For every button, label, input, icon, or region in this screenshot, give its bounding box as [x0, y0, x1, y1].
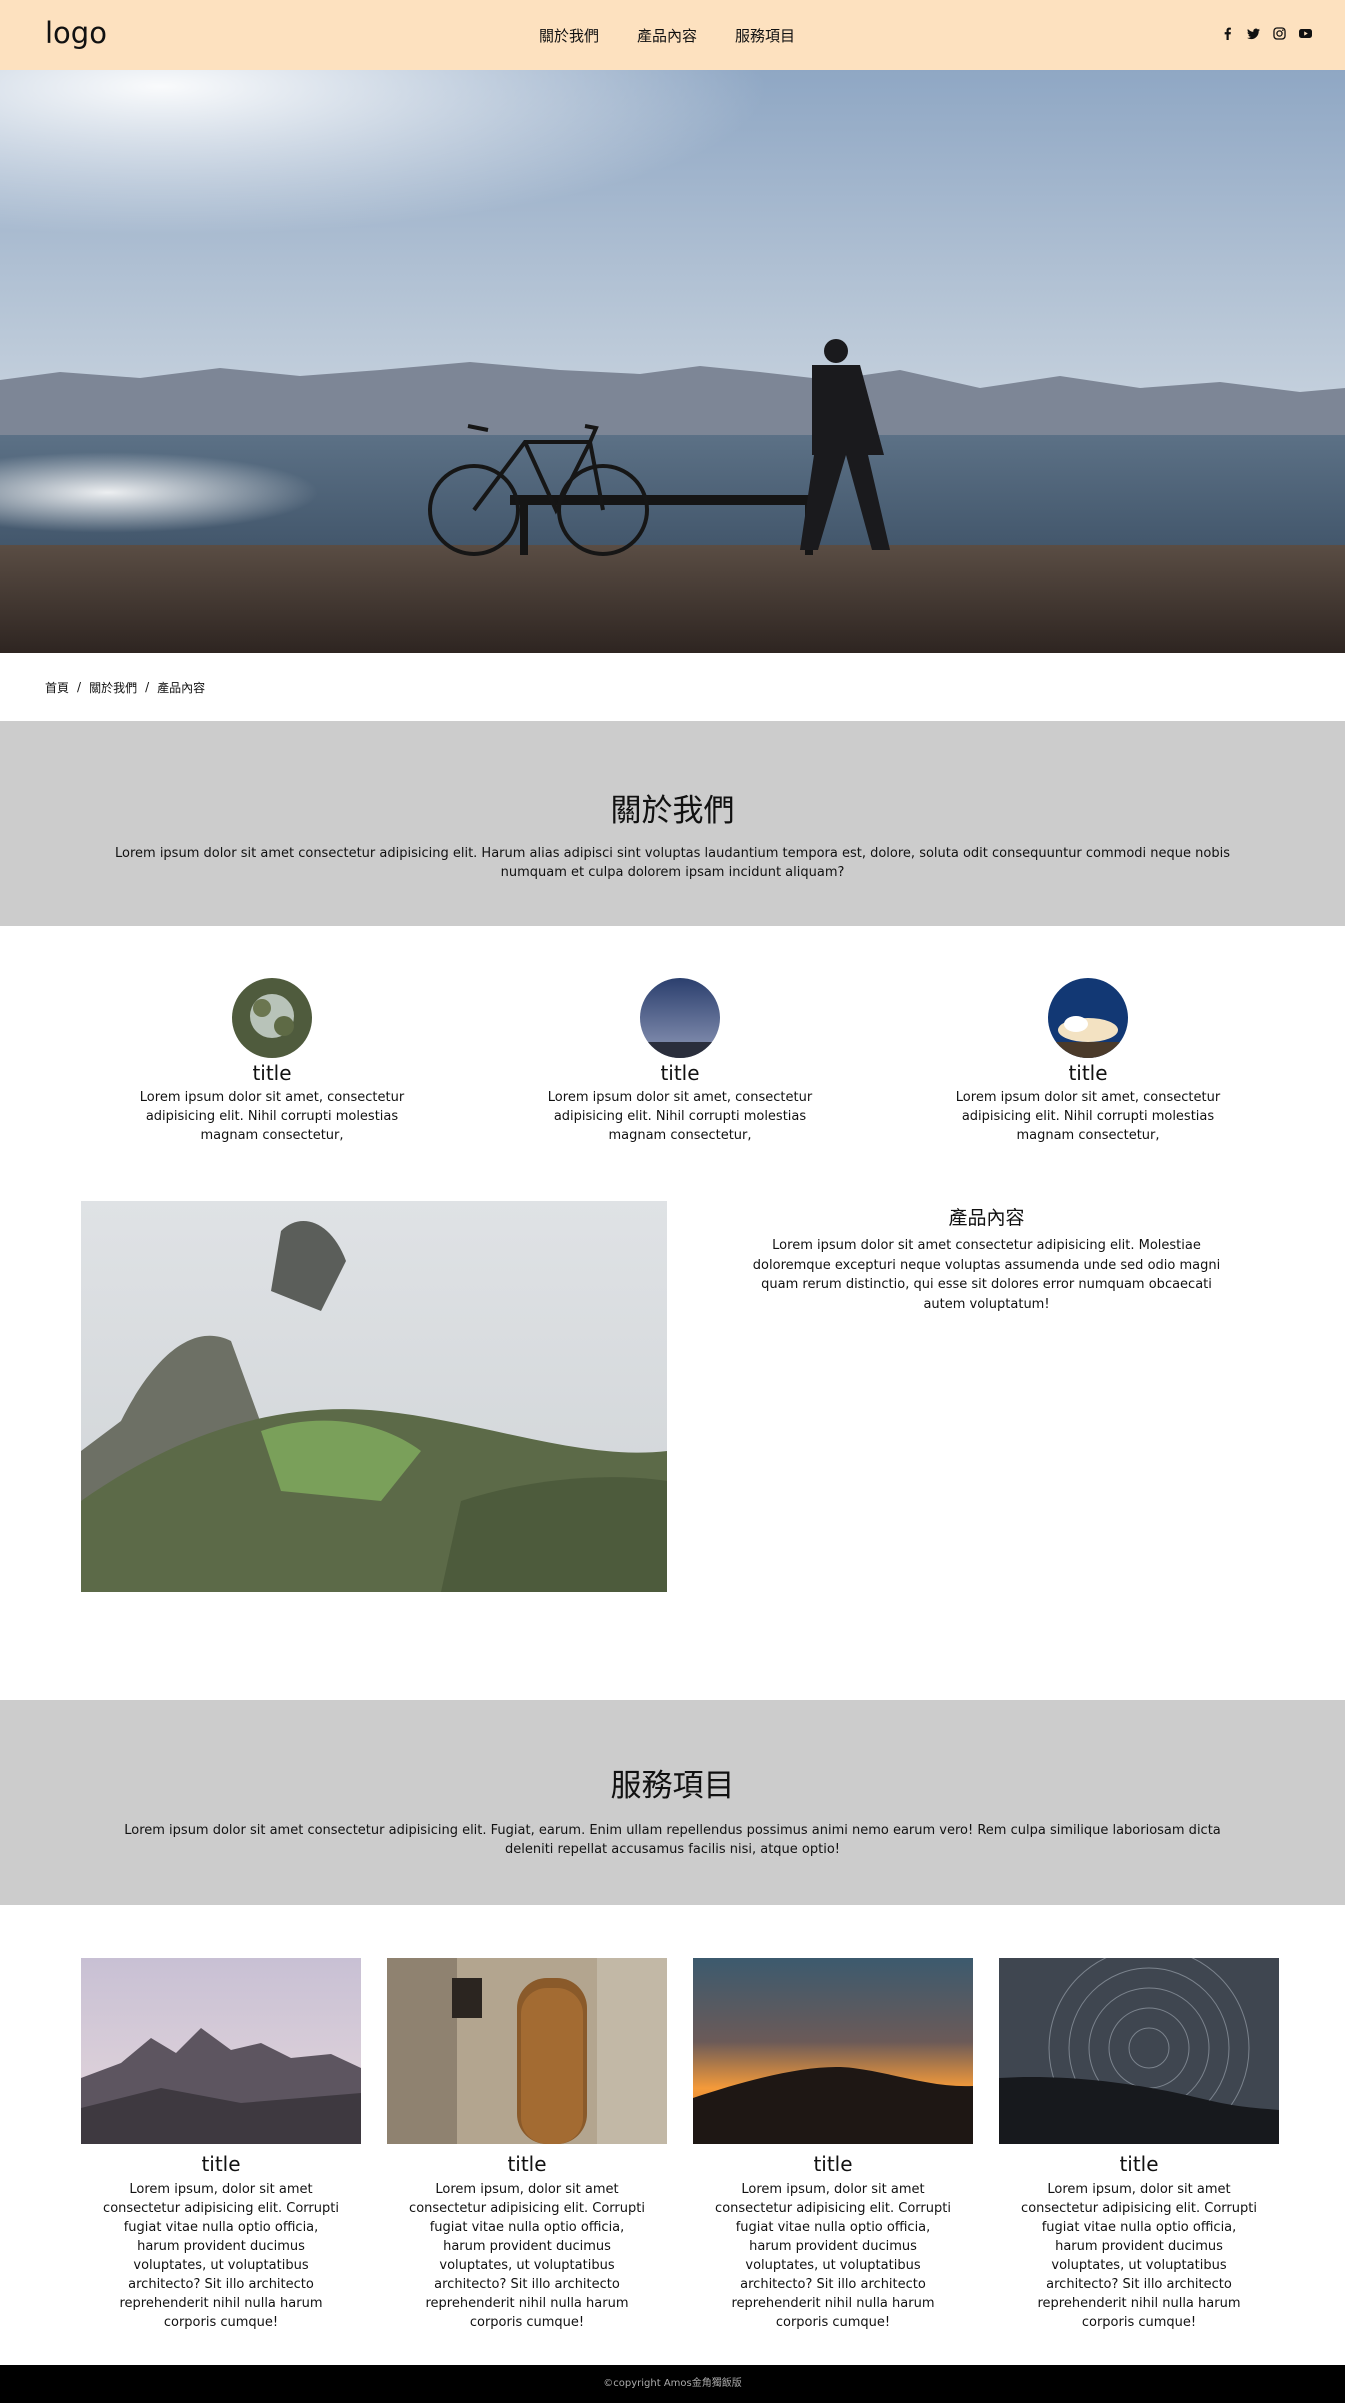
feature-card: title Lorem ipsum dolor sit amet, consec… [938, 978, 1238, 1145]
feature-title: title [660, 1061, 700, 1085]
nav-item-about[interactable]: 關於我們 [539, 25, 599, 46]
product-image-misty-mountain [81, 1201, 667, 1592]
services-section: 服務項目 Lorem ipsum dolor sit amet consecte… [0, 1700, 1345, 1905]
feature-card: title Lorem ipsum dolor sit amet, consec… [530, 978, 830, 1145]
service-image-mountains [81, 1958, 361, 2144]
breadcrumb-current: 產品內容 [157, 680, 206, 695]
service-card-text: Lorem ipsum, dolor sit amet consectetur … [1021, 2182, 1257, 2330]
hero-banner [0, 70, 1345, 653]
service-card: title Lorem ipsum, dolor sit amet consec… [81, 1958, 361, 2332]
service-card-title: title [201, 2152, 241, 2176]
service-cards: title Lorem ipsum, dolor sit amet consec… [0, 1905, 1345, 2365]
hero-image-seaside-cyclist [0, 70, 1345, 653]
service-card: title Lorem ipsum, dolor sit amet consec… [387, 1958, 667, 2332]
site-footer: ©copyright Amos金角獨飯版 [0, 2365, 1345, 2403]
breadcrumb: 首頁 / 關於我們 / 產品內容 [0, 653, 1345, 721]
service-card-text: Lorem ipsum, dolor sit amet consectetur … [715, 2182, 951, 2330]
feature-image-night-sky [640, 978, 720, 1058]
feature-image-trees [232, 978, 312, 1058]
service-image-old-door [387, 1958, 667, 2144]
feature-text: Lorem ipsum dolor sit amet, consectetur … [547, 1090, 813, 1143]
product-section: 產品內容 Lorem ipsum dolor sit amet consecte… [0, 1201, 1345, 1700]
logo[interactable]: logo [45, 16, 107, 50]
service-image-sunset [693, 1958, 973, 2144]
instagram-icon[interactable] [1273, 27, 1286, 40]
feature-image-clouds [1048, 978, 1128, 1058]
youtube-icon[interactable] [1299, 27, 1312, 40]
copyright-text: ©copyright Amos金角獨飯版 [603, 2378, 742, 2389]
product-text: Lorem ipsum dolor sit amet consectetur a… [752, 1238, 1221, 1312]
service-card-title: title [813, 2152, 853, 2176]
nav-item-products[interactable]: 產品內容 [637, 25, 697, 46]
services-title: 服務項目 [610, 1768, 735, 1804]
service-image-star-trails [999, 1958, 1279, 2144]
service-card-title: title [1119, 2152, 1159, 2176]
feature-card: title Lorem ipsum dolor sit amet, consec… [122, 978, 422, 1145]
features-section: title Lorem ipsum dolor sit amet, consec… [0, 926, 1345, 1201]
feature-title: title [1068, 1061, 1108, 1085]
breadcrumb-separator: / [145, 680, 150, 694]
about-title: 關於我們 [610, 793, 735, 829]
feature-text: Lorem ipsum dolor sit amet, consectetur … [139, 1090, 405, 1143]
service-card: title Lorem ipsum, dolor sit amet consec… [693, 1958, 973, 2332]
service-card-title: title [507, 2152, 547, 2176]
main-nav: 關於我們 產品內容 服務項目 [539, 25, 795, 46]
nav-item-services[interactable]: 服務項目 [735, 25, 795, 46]
service-card-text: Lorem ipsum, dolor sit amet consectetur … [103, 2182, 339, 2330]
site-header: logo 關於我們 產品內容 服務項目 [0, 0, 1345, 70]
breadcrumb-about[interactable]: 關於我們 [89, 679, 137, 696]
social-links [1221, 27, 1312, 40]
feature-title: title [252, 1061, 292, 1085]
product-text-block: 產品內容 Lorem ipsum dolor sit amet consecte… [745, 1206, 1228, 1314]
feature-text: Lorem ipsum dolor sit amet, consectetur … [955, 1090, 1221, 1143]
about-text: Lorem ipsum dolor sit amet consectetur a… [115, 846, 1230, 880]
service-card-text: Lorem ipsum, dolor sit amet consectetur … [409, 2182, 645, 2330]
about-section: 關於我們 Lorem ipsum dolor sit amet consecte… [0, 721, 1345, 926]
twitter-icon[interactable] [1247, 27, 1260, 40]
breadcrumb-separator: / [77, 680, 82, 694]
product-title: 產品內容 [948, 1207, 1025, 1229]
breadcrumb-home[interactable]: 首頁 [45, 679, 69, 696]
service-card: title Lorem ipsum, dolor sit amet consec… [999, 1958, 1279, 2332]
services-text: Lorem ipsum dolor sit amet consectetur a… [124, 1823, 1221, 1857]
facebook-icon[interactable] [1221, 27, 1234, 40]
